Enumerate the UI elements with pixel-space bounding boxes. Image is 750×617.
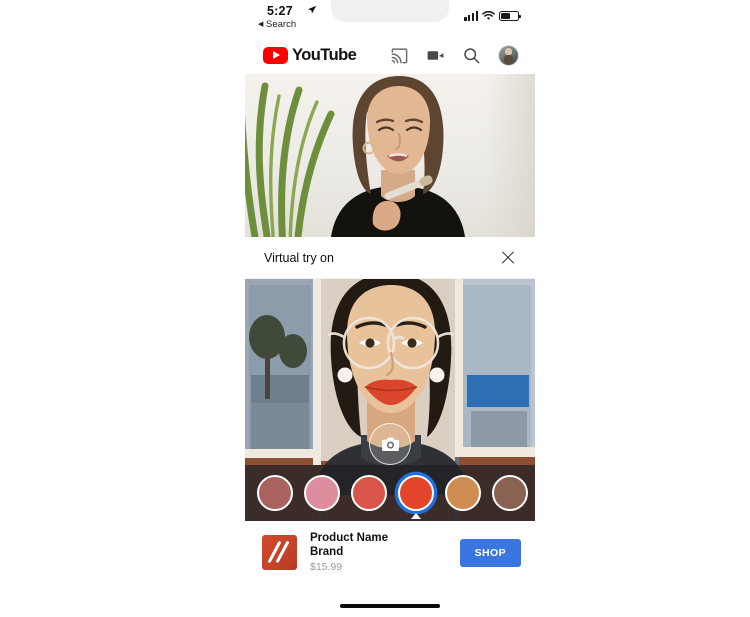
battery-icon — [499, 11, 521, 21]
youtube-wordmark: YouTube — [292, 46, 357, 64]
swatch-red-orange[interactable] — [398, 475, 434, 519]
camera-glyph-icon — [381, 437, 399, 451]
back-label: Search — [266, 19, 297, 30]
header-actions — [390, 45, 519, 66]
product-brand: Brand — [310, 546, 344, 559]
virtual-tryon-title: Virtual try on — [264, 250, 334, 265]
product-card[interactable]: Product Name Brand $15.99 SHOP — [245, 521, 535, 584]
ar-camera-view — [245, 279, 535, 521]
account-avatar[interactable] — [498, 45, 519, 66]
status-time: 5:27 — [267, 4, 293, 18]
swatch-coral[interactable] — [351, 475, 387, 511]
search-icon[interactable] — [462, 46, 481, 65]
youtube-logo[interactable]: YouTube — [263, 46, 357, 65]
camera-shutter-icon[interactable] — [369, 423, 411, 465]
close-icon[interactable] — [498, 248, 518, 268]
selected-swatch-caret-icon — [411, 513, 421, 519]
virtual-tryon-bar: Virtual try on — [245, 237, 535, 279]
cellular-signal-icon — [464, 11, 478, 21]
shop-button[interactable]: SHOP — [459, 538, 521, 567]
product-name: Product Name — [310, 532, 388, 545]
color-swatch-strip[interactable] — [245, 465, 535, 521]
person-in-video — [331, 76, 465, 237]
notch — [331, 0, 449, 22]
youtube-app-header: YouTube — [245, 37, 535, 74]
video-camera-icon[interactable] — [426, 46, 445, 65]
bottom-area — [245, 584, 535, 617]
youtube-play-logo-icon — [263, 47, 288, 64]
product-info: Product Name Brand $15.99 — [310, 531, 388, 574]
swatch-brown[interactable] — [492, 475, 528, 511]
phone-frame: 5:27 ◀ Search YouTube Virtual try on Pro… — [245, 0, 535, 617]
product-price: $15.99 — [310, 561, 343, 574]
cast-icon[interactable] — [390, 46, 409, 65]
swatch-mauve[interactable] — [257, 475, 293, 511]
lipstick-swatch-thumbnail — [262, 535, 297, 570]
home-indicator[interactable] — [340, 604, 440, 608]
swatch-pink[interactable] — [304, 475, 340, 511]
status-bar: 5:27 ◀ Search — [245, 0, 535, 37]
swatch-tan-orange[interactable] — [445, 475, 481, 511]
location-arrow-icon — [307, 5, 317, 15]
wifi-icon — [482, 11, 495, 21]
back-to-search-link[interactable]: ◀ Search — [258, 19, 296, 30]
status-indicators — [464, 9, 521, 21]
back-caret-icon: ◀ — [258, 21, 264, 28]
video-player-thumbnail[interactable] — [245, 74, 535, 237]
